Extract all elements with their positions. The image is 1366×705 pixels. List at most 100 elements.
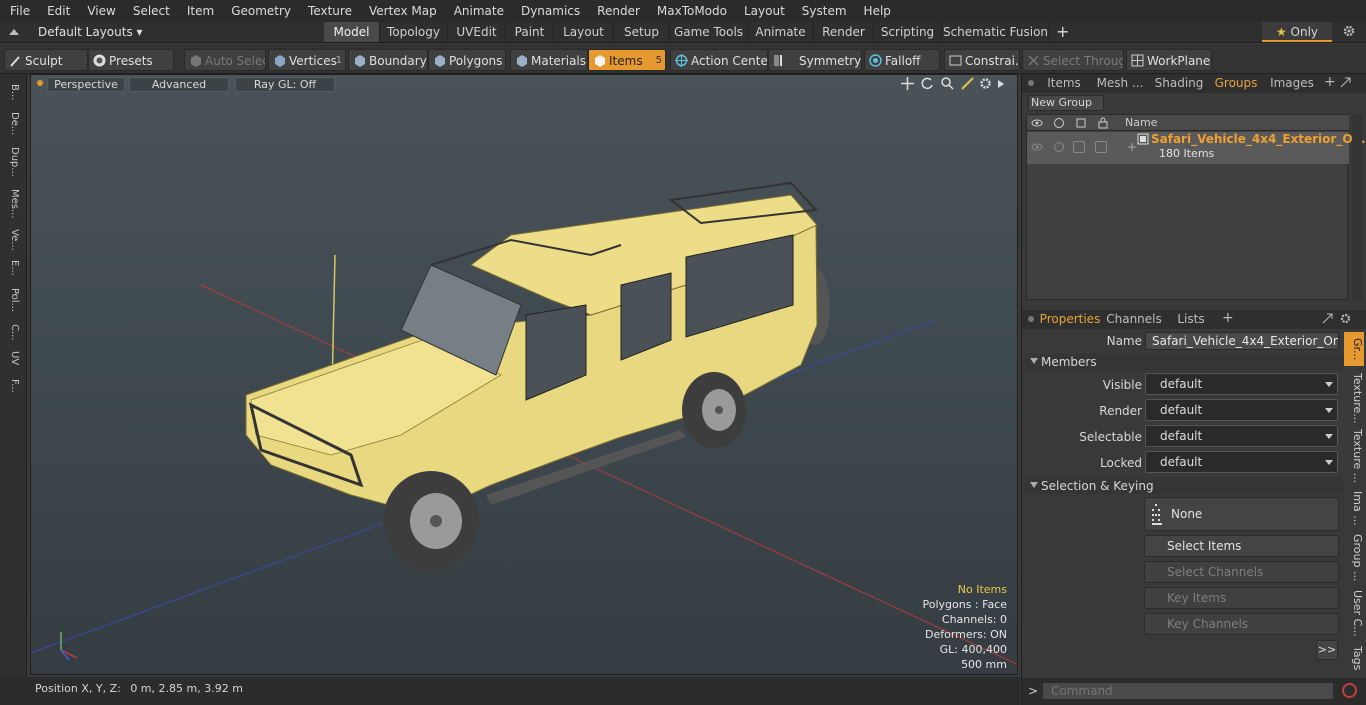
tab-properties[interactable]: Properties: [1038, 310, 1102, 328]
left-tool-6[interactable]: Pol...: [4, 282, 20, 318]
record-icon[interactable]: [1342, 683, 1357, 698]
expand-plus-icon[interactable]: +: [1127, 140, 1137, 154]
none-button[interactable]: None: [1144, 497, 1339, 531]
rotate-view-icon[interactable]: [921, 77, 934, 90]
advanced-button[interactable]: Advanced: [129, 77, 229, 92]
auto-select-button[interactable]: Auto Select: [184, 49, 266, 71]
properties-gear-icon[interactable]: [1340, 313, 1351, 324]
materials-button[interactable]: Materials: [510, 49, 588, 71]
tab-groups[interactable]: Groups: [1210, 74, 1262, 92]
key-channels-button[interactable]: Key Channels: [1144, 613, 1339, 635]
menu-help[interactable]: Help: [854, 0, 898, 22]
tab-setup[interactable]: Setup: [614, 22, 670, 42]
tab-game-tools[interactable]: Game Tools: [670, 22, 748, 42]
left-tool-2[interactable]: Dup...: [4, 142, 20, 182]
render-dropdown[interactable]: default: [1145, 399, 1338, 421]
only-toggle[interactable]: ★ Only: [1262, 22, 1332, 42]
items-button[interactable]: Items 5: [588, 49, 666, 71]
menu-render[interactable]: Render: [587, 0, 647, 22]
action-center-button[interactable]: Action Center: [670, 49, 768, 71]
default-layouts-dropdown[interactable]: Default Layouts ▾: [38, 22, 143, 42]
select-items-button[interactable]: Select Items: [1144, 535, 1339, 557]
tab-topology[interactable]: Topology: [380, 22, 448, 42]
command-input[interactable]: [1042, 682, 1334, 700]
left-tool-1[interactable]: De...: [4, 108, 20, 140]
side-tab-user-channels[interactable]: User C...: [1344, 586, 1364, 640]
3d-viewport[interactable]: Perspective Advanced Ray GL: Off No Item…: [30, 74, 1018, 675]
lock-icon[interactable]: [1097, 117, 1109, 129]
menu-dynamics[interactable]: Dynamics: [511, 0, 587, 22]
selection-keying-section[interactable]: Selection & Keying: [1025, 478, 1343, 494]
vertices-button[interactable]: Vertices 1: [268, 49, 346, 71]
workplane-button[interactable]: WorkPlane: [1126, 49, 1212, 71]
locked-dropdown[interactable]: default: [1145, 451, 1338, 473]
boundary-button[interactable]: Boundary: [348, 49, 428, 71]
tab-lists[interactable]: Lists: [1168, 310, 1214, 328]
left-tool-9[interactable]: F...: [4, 372, 20, 400]
side-tab-texture-2[interactable]: Texture ...: [1344, 428, 1364, 484]
presets-button[interactable]: Presets: [88, 49, 174, 71]
constraints-button[interactable]: Constrai...: [944, 49, 1020, 71]
collapse-up-icon[interactable]: [8, 26, 20, 38]
tab-channels[interactable]: Channels: [1106, 310, 1162, 328]
menu-geometry[interactable]: Geometry: [221, 0, 298, 22]
name-field[interactable]: Safari_Vehicle_4x4_Exterior_Only (18: [1145, 332, 1339, 350]
side-tab-group-2[interactable]: Group ...: [1344, 532, 1364, 584]
new-group-button[interactable]: New Group: [1028, 95, 1104, 111]
tab-uvedit[interactable]: UVEdit: [448, 22, 506, 42]
group-row[interactable]: + Safari_Vehicle_4x4_Exterior_On... 180 …: [1027, 132, 1366, 164]
expand-arrow-icon[interactable]: [997, 78, 1005, 88]
menu-system[interactable]: System: [792, 0, 854, 22]
raygl-button[interactable]: Ray GL: Off: [235, 77, 335, 92]
maximize-icon[interactable]: [1340, 77, 1351, 88]
left-tool-5[interactable]: E...: [4, 256, 20, 280]
render-icon[interactable]: [1053, 117, 1065, 129]
tab-paint[interactable]: Paint: [506, 22, 554, 42]
properties-maximize-icon[interactable]: [1322, 313, 1333, 324]
group-list-scrollbar[interactable]: [1352, 114, 1362, 300]
add-tab-icon[interactable]: +: [1056, 23, 1069, 41]
select-through-button[interactable]: Select Through: [1022, 49, 1124, 71]
left-tool-0[interactable]: B...: [4, 78, 20, 106]
selectable-dropdown[interactable]: default: [1145, 425, 1338, 447]
fit-view-icon[interactable]: [961, 77, 974, 90]
select-channels-button[interactable]: Select Channels: [1144, 561, 1339, 583]
tab-shading[interactable]: Shading: [1150, 74, 1208, 92]
side-tab-image[interactable]: Ima ...: [1344, 486, 1364, 530]
viewport-gear-icon[interactable]: [979, 77, 992, 90]
row-eye-icon[interactable]: [1031, 141, 1043, 153]
side-tab-group[interactable]: Gr...: [1344, 332, 1364, 366]
left-tool-4[interactable]: Ve...: [4, 226, 20, 254]
row-render-icon[interactable]: [1053, 141, 1065, 153]
tab-mesh[interactable]: Mesh ...: [1094, 74, 1146, 92]
left-tool-3[interactable]: Mes...: [4, 184, 20, 224]
side-tab-texture-1[interactable]: Texture...: [1344, 370, 1364, 426]
tab-animate[interactable]: Animate: [748, 22, 814, 42]
sculpt-button[interactable]: Sculpt: [4, 49, 88, 71]
add-properties-tab-icon[interactable]: +: [1222, 310, 1234, 326]
tab-model[interactable]: Model: [324, 22, 380, 42]
key-items-button[interactable]: Key Items: [1144, 587, 1339, 609]
eye-icon[interactable]: [1031, 117, 1043, 129]
menu-view[interactable]: View: [77, 0, 122, 22]
viewport-dot-icon[interactable]: [37, 80, 43, 86]
polygons-button[interactable]: Polygons: [428, 49, 506, 71]
tab-scripting[interactable]: Scripting: [874, 22, 942, 42]
menu-layout[interactable]: Layout: [734, 0, 792, 22]
visible-dropdown[interactable]: default: [1145, 373, 1338, 395]
tab-render[interactable]: Render: [814, 22, 874, 42]
tab-schematic-fusion[interactable]: Schematic Fusion: [942, 22, 1050, 42]
menu-edit[interactable]: Edit: [37, 0, 77, 22]
tab-layout[interactable]: Layout: [554, 22, 614, 42]
more-button[interactable]: >>: [1316, 640, 1338, 660]
menu-texture[interactable]: Texture: [298, 0, 359, 22]
row-select-checkbox[interactable]: [1073, 141, 1085, 153]
menu-vertex-map[interactable]: Vertex Map: [359, 0, 444, 22]
add-panel-tab-icon[interactable]: +: [1324, 74, 1336, 90]
left-tool-7[interactable]: C...: [4, 320, 20, 344]
zoom-view-icon[interactable]: [941, 77, 954, 90]
menu-file[interactable]: File: [0, 0, 37, 22]
row-lock-checkbox[interactable]: [1095, 141, 1107, 153]
panel-dot-icon[interactable]: [1028, 80, 1034, 86]
move-view-icon[interactable]: [901, 77, 914, 90]
